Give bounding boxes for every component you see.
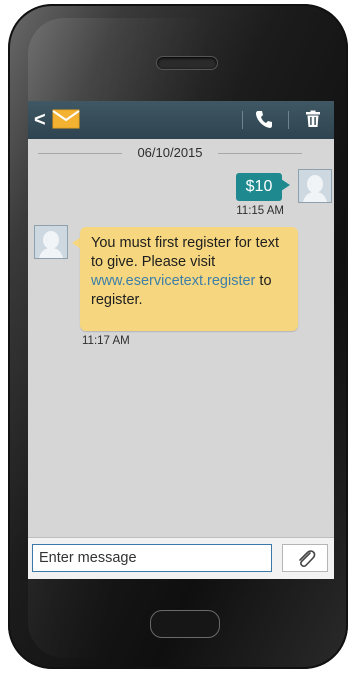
app-header: <	[28, 101, 334, 139]
header-divider	[242, 111, 243, 129]
received-message-bubble[interactable]: You must first register for text to give…	[80, 227, 298, 331]
composer-bar	[28, 537, 334, 579]
home-button[interactable]	[150, 610, 220, 638]
date-line-right	[218, 153, 302, 154]
header-divider	[288, 111, 289, 129]
conversation-date: 06/10/2015	[137, 145, 203, 160]
chevron-left-icon: <	[34, 109, 46, 131]
date-separator: 06/10/2015	[28, 141, 334, 165]
date-line-left	[38, 153, 122, 154]
message-input[interactable]	[32, 544, 272, 572]
sent-message-bubble[interactable]: $10	[236, 173, 282, 201]
trash-icon[interactable]	[304, 110, 322, 128]
my-avatar-icon	[298, 169, 332, 203]
received-message-text: You must first register for text to give…	[91, 235, 280, 270]
phone-icon[interactable]	[254, 109, 274, 129]
sent-message-time: 11:15 AM	[236, 205, 284, 217]
contact-avatar-icon	[34, 225, 68, 259]
messaging-screen: < 06/10/2015 $10 11:15 AM You must first…	[28, 101, 334, 579]
back-button[interactable]: <	[34, 109, 48, 131]
register-link[interactable]: www.eservicetext.register	[91, 273, 255, 289]
envelope-icon	[52, 109, 80, 129]
received-message-time: 11:17 AM	[82, 335, 130, 347]
paperclip-icon	[299, 550, 316, 567]
attach-button[interactable]	[282, 544, 328, 572]
sent-bubble-tail	[281, 179, 290, 191]
earpiece-speaker	[156, 56, 218, 70]
